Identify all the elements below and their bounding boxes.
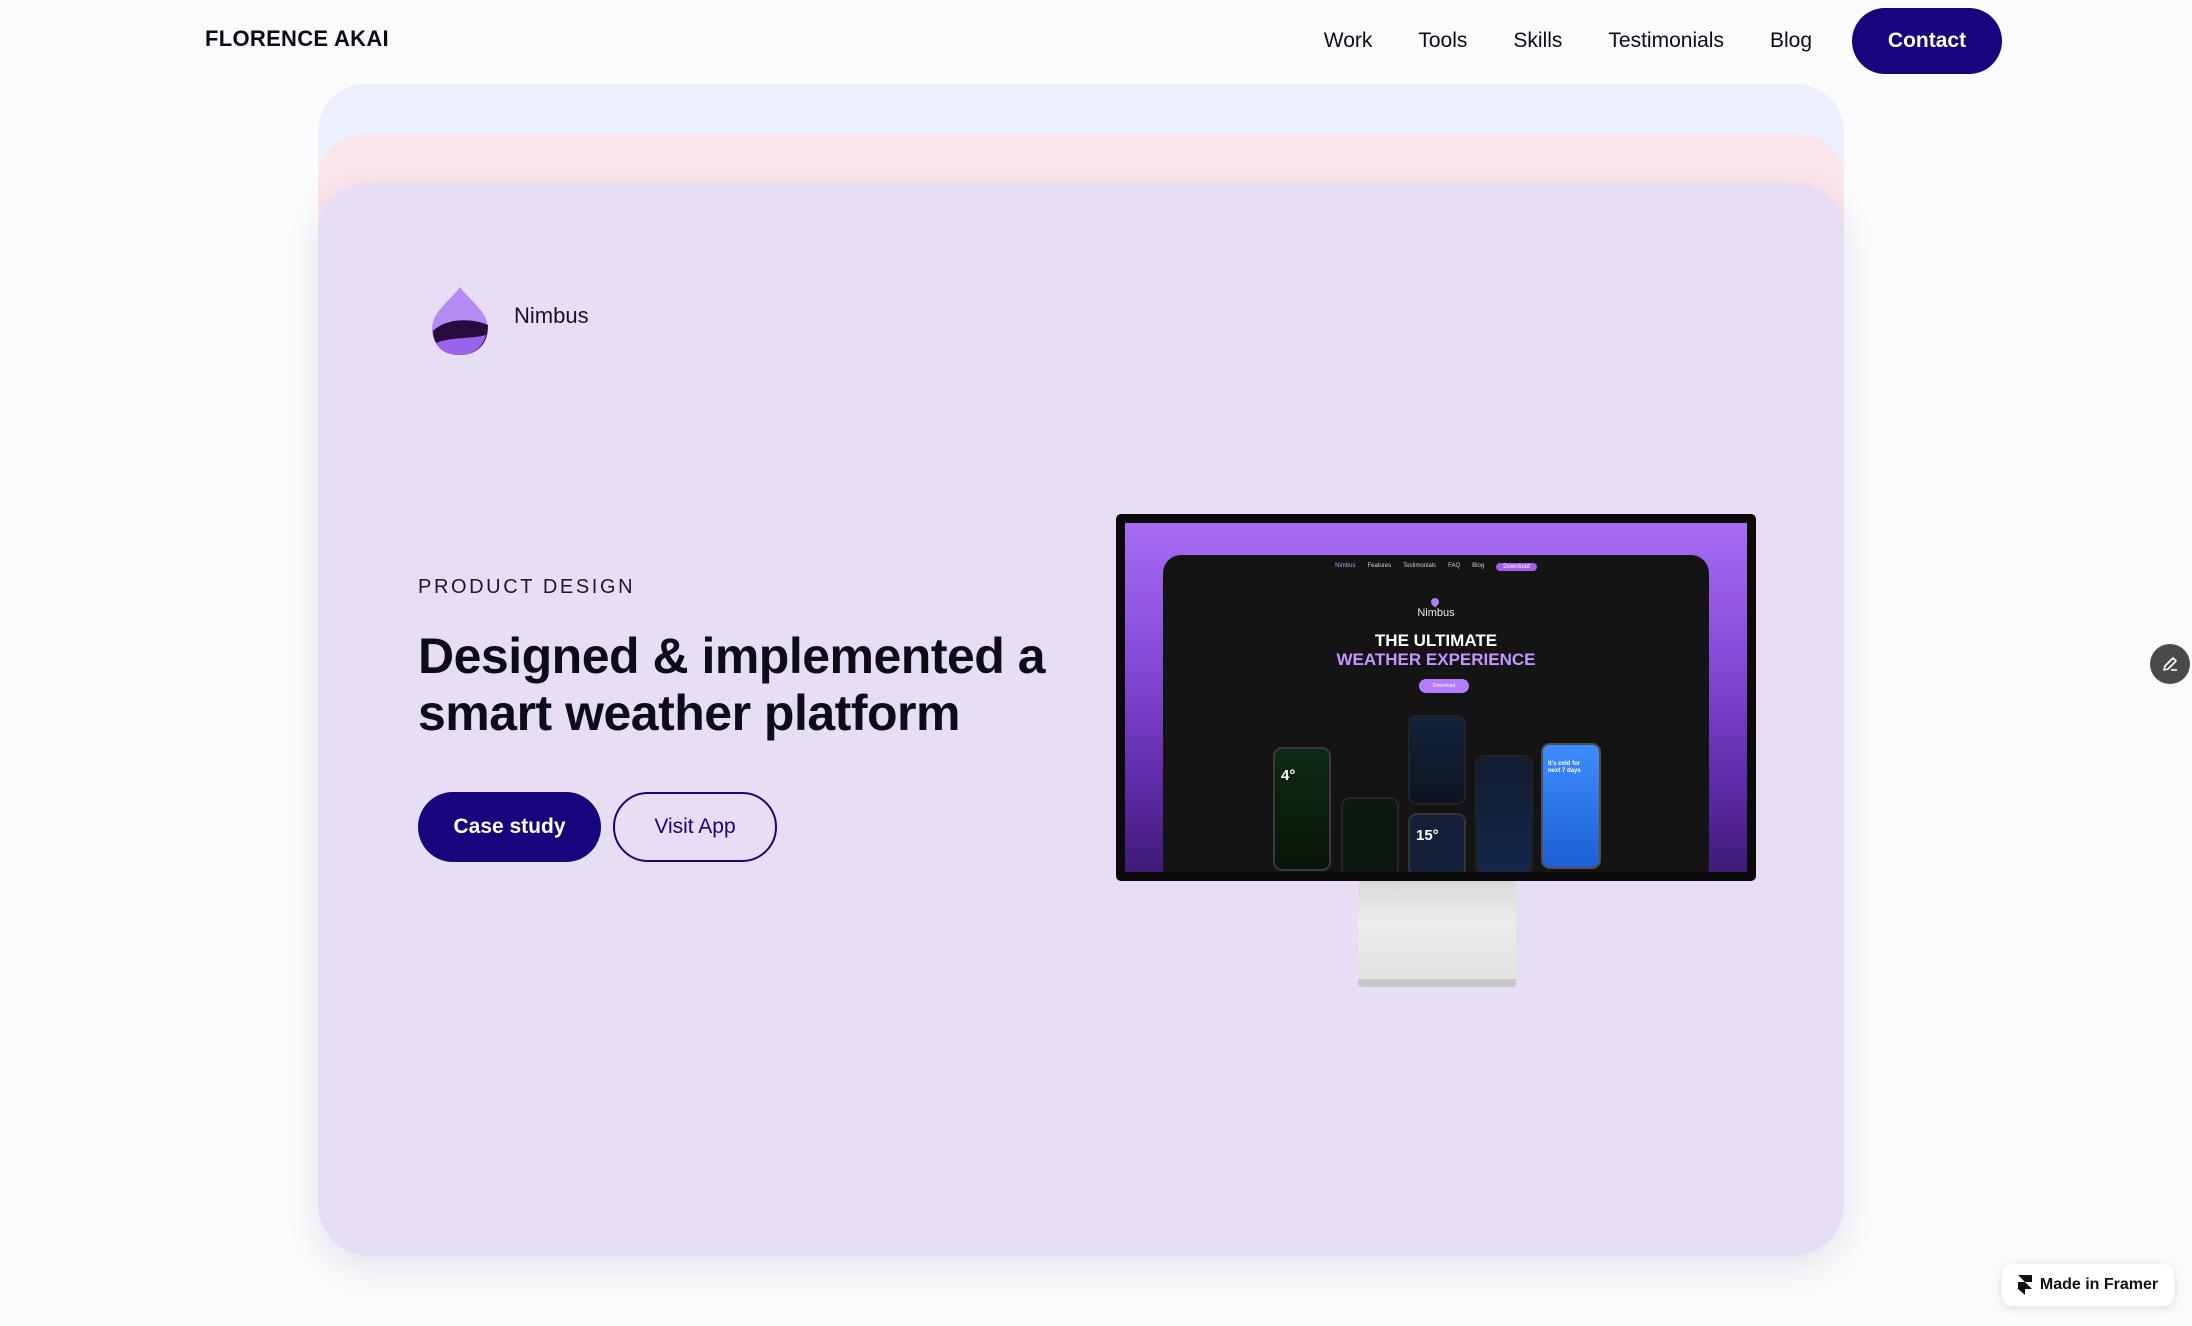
preview-nav-brand: Nimbus — [1335, 563, 1356, 569]
app-preview: Nimbus Features Testimonials FAQ Blog Do… — [1163, 555, 1709, 872]
made-in-framer-badge[interactable]: Made in Framer — [2002, 1264, 2174, 1306]
monitor-stand-foot — [1358, 979, 1516, 987]
preview-phone-faded — [1475, 755, 1533, 872]
project-headline: Designed & implemented a smart weather p… — [418, 628, 1046, 741]
nav-link-blog[interactable]: Blog — [1770, 29, 1812, 53]
preview-temp-1: 4° — [1281, 767, 1296, 784]
contact-button[interactable]: Contact — [1852, 8, 2002, 74]
monitor-stand — [1358, 881, 1516, 983]
badge-label: Made in Framer — [2039, 1276, 2159, 1293]
preview-nav: Nimbus Features Testimonials FAQ Blog Do… — [1163, 563, 1709, 571]
nav-link-tools[interactable]: Tools — [1418, 29, 1467, 53]
preview-phone-navy — [1408, 715, 1466, 805]
preview-title-line1: THE ULTIMATE — [1374, 631, 1498, 650]
nav-link-skills[interactable]: Skills — [1513, 29, 1562, 53]
nav-link-work[interactable]: Work — [1324, 29, 1373, 53]
preview-phone-blue: It's cold for next 7 days — [1541, 743, 1601, 869]
preview-title-line2: WEATHER EXPERIENCE — [1336, 650, 1536, 669]
nav-links: Work Tools Skills Testimonials Blog Cont… — [1324, 8, 2002, 74]
monitor-mockup: Nimbus Features Testimonials FAQ Blog Do… — [1116, 514, 1756, 881]
preview-nav-blog: Blog — [1472, 563, 1485, 569]
monitor-screen: Nimbus Features Testimonials FAQ Blog Do… — [1125, 523, 1747, 872]
preview-nav-features: Features — [1367, 563, 1392, 569]
case-study-button[interactable]: Case study — [418, 792, 601, 862]
preview-drop-icon — [1429, 596, 1441, 608]
preview-temp-2: 15° — [1416, 827, 1439, 844]
preview-nav-testimonials: Testimonials — [1403, 563, 1437, 569]
preview-phone-temp: 15° — [1408, 813, 1466, 872]
site-brand[interactable]: FLORENCE AKAI — [205, 26, 389, 52]
project-category: PRODUCT DESIGN — [418, 576, 636, 598]
preview-nav-faq: FAQ — [1448, 563, 1461, 569]
preview-phone-green: 4° — [1273, 747, 1331, 871]
pencil-icon — [2163, 657, 2177, 671]
preview-nav-download: Download — [1496, 563, 1537, 571]
nav-link-testimonials[interactable]: Testimonials — [1608, 29, 1724, 53]
top-nav: FLORENCE AKAI Work Tools Skills Testimon… — [0, 0, 2192, 80]
framer-logo-icon — [2017, 1275, 2032, 1295]
preview-phone-dark — [1341, 797, 1399, 872]
visit-app-button[interactable]: Visit App — [613, 792, 777, 862]
preview-blue-text: It's cold for next 7 days — [1548, 761, 1581, 774]
app-name: Nimbus — [514, 303, 589, 328]
nimbus-logo-icon — [432, 287, 488, 355]
preview-download-button: Download — [1419, 679, 1469, 693]
edit-button[interactable] — [2150, 644, 2190, 684]
preview-brand: Nimbus — [1417, 607, 1455, 619]
